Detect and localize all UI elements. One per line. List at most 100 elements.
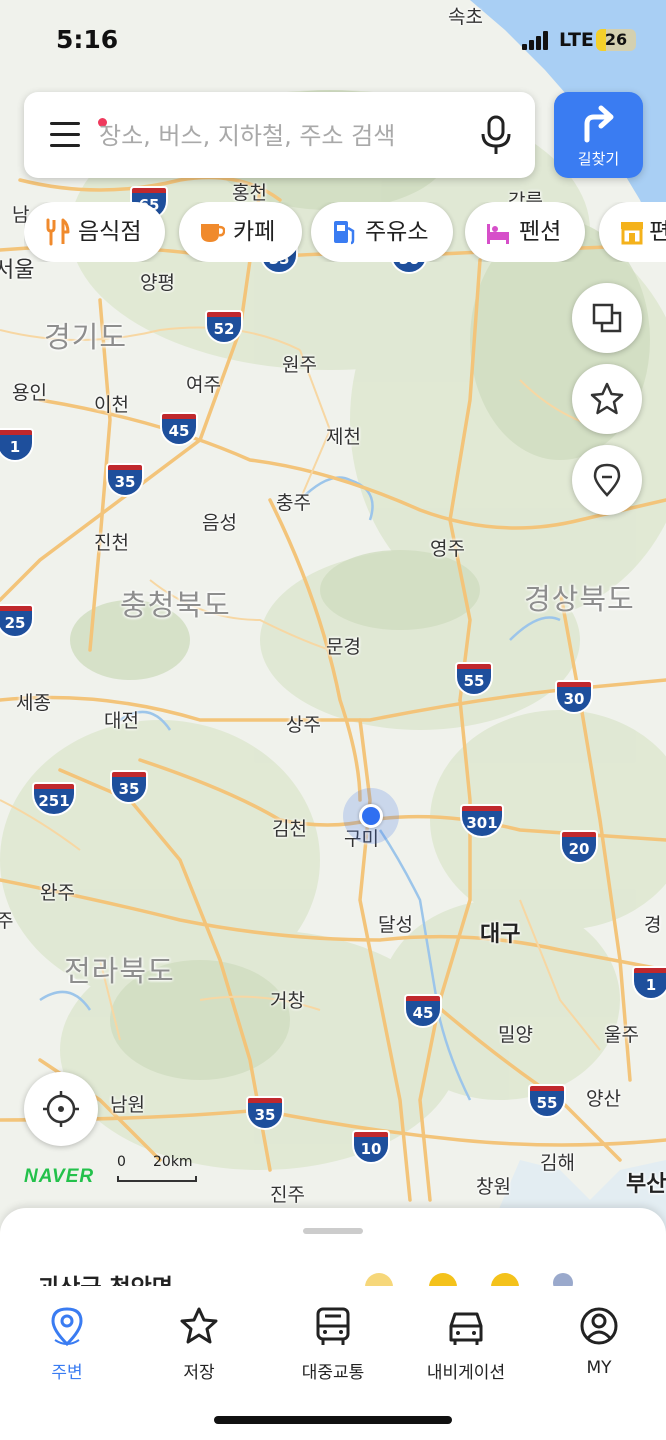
highway-shield: 301 bbox=[460, 804, 504, 840]
map-place-label: 홍천 bbox=[232, 182, 267, 204]
category-chip-gas-station[interactable]: 주유소 bbox=[311, 202, 453, 262]
highway-shield: 35 bbox=[110, 770, 148, 806]
map-region-label: 전라북도 bbox=[64, 954, 175, 988]
map-place-label: 김해 bbox=[540, 1152, 575, 1174]
category-chip-pension[interactable]: 펜션 bbox=[465, 202, 585, 262]
current-location-marker bbox=[343, 788, 399, 844]
map-place-label: 창원 bbox=[476, 1176, 511, 1198]
map-scale: 0 20km bbox=[117, 1154, 197, 1182]
highway-shield: 30 bbox=[555, 680, 593, 716]
layers-icon bbox=[592, 303, 622, 333]
my-location-button[interactable] bbox=[24, 1072, 98, 1146]
map-place-label: 상주 bbox=[286, 714, 321, 736]
map-place-label: 제천 bbox=[326, 426, 361, 448]
scale-distance: 20km bbox=[153, 1154, 193, 1170]
map-place-label: 완주 bbox=[40, 882, 75, 904]
sheet-drag-handle[interactable] bbox=[303, 1228, 363, 1234]
highway-shield: 55 bbox=[455, 662, 493, 698]
map-place-label: 주 bbox=[0, 910, 14, 932]
search-bar[interactable] bbox=[24, 92, 535, 178]
map-place-label: 밀양 bbox=[498, 1024, 533, 1046]
scale-zero: 0 bbox=[117, 1154, 126, 1170]
star-icon bbox=[180, 1307, 218, 1344]
map-place-label: 김천 bbox=[272, 818, 307, 840]
status-time: 5:16 bbox=[56, 25, 119, 54]
search-input[interactable] bbox=[97, 114, 441, 158]
highway-shield: 35 bbox=[106, 463, 144, 499]
map-place-label: 원주 bbox=[282, 354, 317, 376]
signal-icon bbox=[522, 30, 552, 50]
category-chip-restaurant[interactable]: 음식점 bbox=[24, 202, 165, 262]
map-place-label: 문경 bbox=[326, 636, 361, 658]
map-region-label: 경기도 bbox=[44, 320, 128, 354]
battery-icon: 26 bbox=[596, 29, 636, 51]
map-place-label: 이천 bbox=[94, 394, 129, 416]
map-place-label: 세종 bbox=[16, 692, 51, 714]
highway-shield: 35 bbox=[246, 1096, 284, 1132]
home-indicator bbox=[214, 1416, 452, 1424]
user-icon bbox=[580, 1307, 618, 1345]
highway-shield: 45 bbox=[160, 412, 198, 448]
map-place-label: 양산 bbox=[586, 1088, 621, 1110]
map-place-label: 진주 bbox=[270, 1184, 305, 1206]
map-place-label: 양평 bbox=[140, 272, 175, 294]
car-icon bbox=[449, 1312, 483, 1345]
map-place-label: 대전 bbox=[104, 710, 139, 732]
map-place-label: 용인 bbox=[12, 382, 47, 404]
highway-shield: 55 bbox=[528, 1084, 566, 1120]
status-bar: 5:16 LTE 26 bbox=[0, 0, 666, 80]
map-place-label: 울주 bbox=[604, 1024, 639, 1046]
map-place-label: 부산 bbox=[626, 1172, 666, 1197]
highway-shield: 25 bbox=[0, 604, 34, 640]
map-place-label: 대구 bbox=[480, 922, 521, 947]
directions-button[interactable]: 길찾기 bbox=[554, 92, 643, 178]
category-chip-convenience-store[interactable]: 편 bbox=[599, 202, 666, 262]
tab-my[interactable]: MY bbox=[534, 1306, 664, 1386]
menu-icon[interactable] bbox=[50, 118, 107, 148]
map-region-label: 충청북도 bbox=[120, 588, 231, 622]
map-place-label: 충주 bbox=[276, 492, 311, 514]
gas-station-icon bbox=[334, 221, 355, 245]
bed-icon bbox=[487, 224, 509, 244]
category-chip-cafe[interactable]: 카페 bbox=[179, 202, 302, 262]
tab-transit[interactable]: 대중교통 bbox=[268, 1306, 398, 1386]
nearby-pin-icon bbox=[51, 1307, 83, 1347]
microphone-icon[interactable] bbox=[476, 114, 516, 156]
map-place-label: 경 bbox=[644, 914, 662, 936]
highway-shield: 45 bbox=[404, 994, 442, 1030]
naver-logo: NAVER bbox=[24, 1166, 95, 1187]
tab-saved[interactable]: 저장 bbox=[134, 1306, 264, 1386]
map-place-label: 달성 bbox=[378, 914, 413, 936]
favorites-button[interactable] bbox=[572, 364, 642, 434]
tab-navigation[interactable]: 내비게이션 bbox=[401, 1306, 531, 1386]
map-place-label: 거창 bbox=[270, 990, 305, 1012]
layers-button[interactable] bbox=[572, 283, 642, 353]
highway-shield: 20 bbox=[560, 830, 598, 866]
highway-shield: 251 bbox=[32, 782, 76, 818]
map-place-label: 여주 bbox=[186, 374, 221, 396]
map-place-label: 영주 bbox=[430, 538, 465, 560]
highway-shield: 52 bbox=[205, 310, 243, 346]
network-type: LTE bbox=[559, 29, 594, 51]
fork-knife-icon bbox=[46, 218, 70, 246]
tab-nearby[interactable]: 주변 bbox=[2, 1306, 132, 1386]
map-region-label: 경상북도 bbox=[524, 582, 635, 616]
map-place-label: 음성 bbox=[202, 512, 237, 534]
map-place-label: 진천 bbox=[94, 532, 129, 554]
directions-label: 길찾기 bbox=[577, 150, 620, 168]
highway-shield: 10 bbox=[352, 1130, 390, 1166]
location-pin-button[interactable] bbox=[572, 445, 642, 515]
map-place-label: 남원 bbox=[110, 1094, 145, 1116]
crosshair-icon bbox=[43, 1091, 79, 1127]
turn-right-arrow-icon bbox=[584, 105, 614, 143]
category-chips: 음식점 카페 주유소 펜션 편 bbox=[24, 202, 666, 262]
bottom-sheet[interactable]: 괴산군 청안면 bbox=[0, 1208, 666, 1298]
map-view[interactable]: 경기도 충청북도 경상북도 전라북도 속초 홍천 강릉 서울 양평 원주 용인 … bbox=[0, 0, 666, 1290]
battery-level: 26 bbox=[604, 30, 628, 49]
coffee-cup-icon bbox=[201, 224, 225, 242]
location-pin-icon bbox=[593, 463, 621, 497]
highway-shield: 1 bbox=[632, 966, 666, 1002]
star-icon bbox=[590, 382, 624, 415]
highway-shield: 1 bbox=[0, 428, 34, 464]
store-icon bbox=[621, 222, 643, 245]
